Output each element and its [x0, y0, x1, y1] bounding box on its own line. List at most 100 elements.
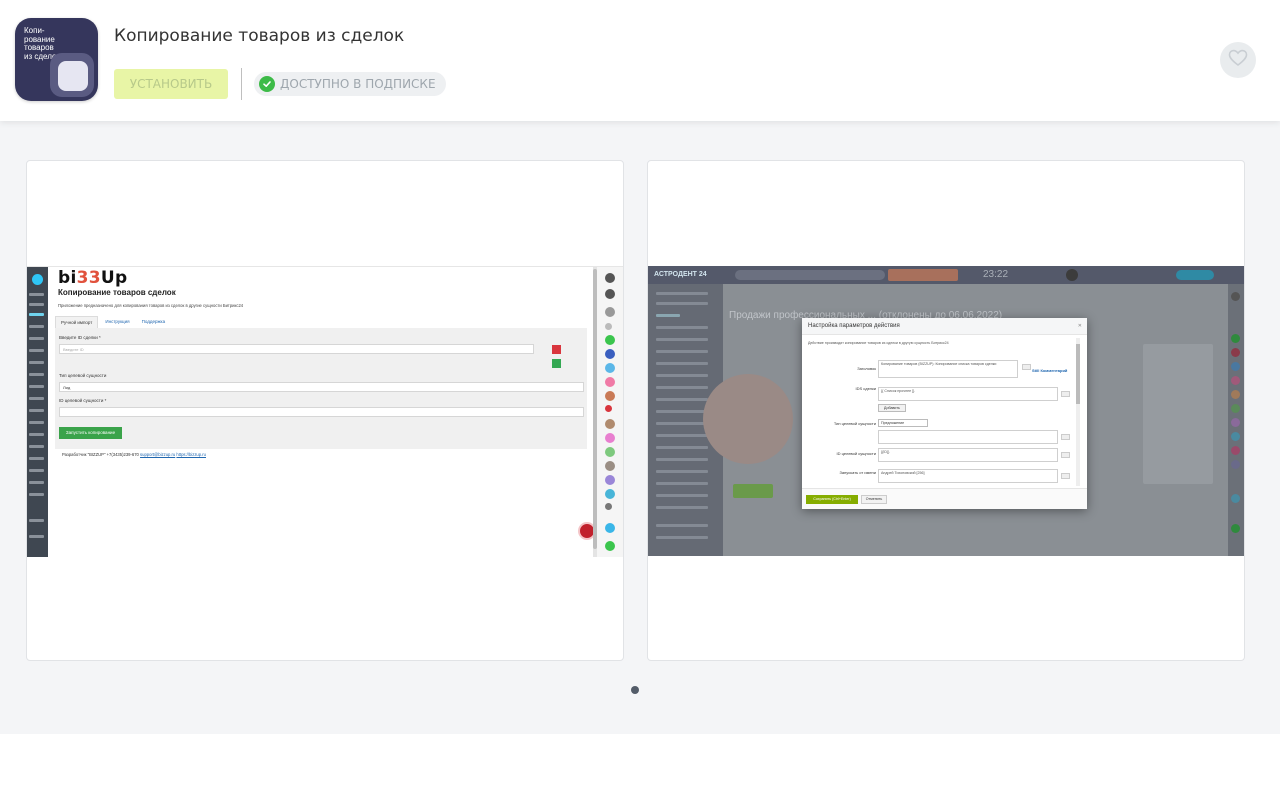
bitrix-top-bar: АСТРОДЕНТ 24 23:22	[648, 266, 1244, 284]
header-field-input[interactable]: Копирование товаров (BIZZUP): Копировани…	[878, 360, 1018, 378]
gallery-pagination-dot[interactable]	[631, 686, 639, 694]
target-type-extra-input[interactable]	[878, 430, 1058, 444]
menu-line	[29, 337, 44, 340]
bitrix-clock: 23:22	[983, 269, 1009, 280]
settings-icon	[605, 307, 615, 317]
user-avatar	[605, 447, 615, 457]
user-avatar	[605, 391, 615, 401]
target-id-label: ID целевой сущности	[836, 451, 876, 456]
run-as-input[interactable]: Андрей Тихоновский [256]	[878, 469, 1058, 483]
app-icon: Копи- рование товаров из сделок	[15, 18, 98, 101]
user-avatar	[1231, 432, 1240, 441]
modal-footer: Сохранить (Ctrl+Enter) Отменить	[802, 488, 1087, 509]
target-type-select[interactable]: Предложение	[878, 419, 928, 427]
menu-line	[656, 446, 708, 449]
bitrix-banner	[888, 269, 958, 281]
modal-scrollbar-thumb[interactable]	[1076, 344, 1080, 404]
search-icon	[605, 323, 612, 330]
user-avatar	[605, 489, 615, 499]
bizzup-footer: Разработчик "BIZZUP" +7(3435)239-670 sup…	[62, 452, 206, 457]
tab-manual-import[interactable]: Ручной импорт	[55, 316, 99, 328]
menu-line	[29, 409, 44, 412]
remove-row-button[interactable]	[552, 345, 561, 354]
user-avatar	[605, 475, 615, 485]
menu-line	[656, 350, 708, 353]
phone-icon	[1231, 524, 1240, 533]
screenshot-bizzup-form: bi33Up Копирование товаров сделок Прилож…	[27, 266, 623, 557]
deal-id-input[interactable]: Введите ID	[59, 344, 534, 354]
insert-value-button[interactable]	[1061, 473, 1070, 479]
add-button[interactable]: Добавить	[878, 404, 906, 412]
insert-value-button[interactable]	[1061, 452, 1070, 458]
tab-support[interactable]: Поддержка	[137, 316, 170, 328]
logo-text: Up	[100, 268, 128, 288]
bizzup-app-content: bi33Up Копирование товаров сделок Прилож…	[48, 267, 596, 557]
background-panel	[1143, 344, 1213, 484]
phone-icon	[1231, 334, 1240, 343]
tab-instructions[interactable]: Инструкция	[100, 316, 134, 328]
cancel-button[interactable]: Отменить	[861, 495, 887, 504]
user-avatar	[1231, 348, 1240, 357]
insert-value-button[interactable]	[1061, 391, 1070, 397]
user-avatar	[1231, 390, 1240, 399]
comment-link[interactable]: Still Комментарий	[1032, 368, 1067, 373]
user-avatar	[605, 461, 615, 471]
user-avatar	[1231, 404, 1240, 413]
deal-ids-input[interactable]: {{ Список прочнее }}	[878, 387, 1058, 401]
favorite-button[interactable]	[1220, 42, 1256, 78]
modal-scrollbar[interactable]	[1076, 338, 1080, 486]
gallery-slide-2[interactable]: АСТРОДЕНТ 24 23:22 Продажи профессиональ…	[647, 160, 1245, 661]
deal-id-label: Введите ID сделки *	[59, 335, 101, 340]
insert-value-button[interactable]	[1061, 434, 1070, 440]
footer-email-link[interactable]: support@bizzup.ru	[140, 452, 175, 457]
heart-icon	[1228, 49, 1248, 72]
phone-icon	[605, 541, 615, 551]
entity-type-label: Тип целевой сущности	[59, 373, 107, 378]
entity-type-select[interactable]: Лид	[59, 382, 584, 392]
save-button[interactable]: Сохранить (Ctrl+Enter)	[806, 495, 858, 504]
user-avatar	[605, 377, 615, 387]
install-button[interactable]: УСТАНОВИТЬ	[114, 69, 228, 99]
bizzup-logo: bi33Up	[58, 268, 127, 288]
user-avatar	[1231, 362, 1240, 371]
user-avatar	[605, 523, 615, 533]
menu-line	[29, 361, 44, 364]
menu-line	[656, 482, 708, 485]
menu-line	[29, 469, 44, 472]
menu-line	[29, 433, 44, 436]
screenshot-gallery: bi33Up Копирование товаров сделок Прилож…	[0, 121, 1280, 734]
menu-line	[29, 349, 44, 352]
subscription-badge: ДОСТУПНО В ПОДПИСКЕ	[254, 72, 446, 96]
gallery-slide-1[interactable]: bi33Up Копирование товаров сделок Прилож…	[26, 160, 624, 661]
close-icon[interactable]: ✕	[1078, 323, 1082, 329]
bizzup-title: Копирование товаров сделок	[58, 288, 176, 297]
bizzup-form: Введите ID сделки * Введите ID Тип целев…	[55, 328, 587, 449]
bitrix-search	[735, 270, 885, 280]
bell-icon	[605, 273, 615, 283]
menu-line	[656, 470, 708, 473]
subscription-label: ДОСТУПНО В ПОДПИСКЕ	[280, 77, 436, 91]
menu-line	[29, 519, 44, 522]
header-field-label: Заголовок	[857, 366, 876, 371]
bitrix-right-bar	[597, 267, 623, 557]
menu-line	[656, 536, 708, 539]
target-id-input[interactable]: {{ID}}	[878, 448, 1058, 462]
phone-icon	[605, 335, 615, 345]
menu-line	[656, 398, 708, 401]
insert-value-button[interactable]	[1022, 364, 1031, 370]
entity-id-input[interactable]	[59, 407, 584, 417]
menu-line	[29, 385, 44, 388]
footer-text: Разработчик "BIZZUP" +7(3435)239-670	[62, 452, 139, 457]
menu-line	[656, 494, 708, 497]
menu-line	[29, 457, 44, 460]
footer-site-link[interactable]: https://bizzup.ru	[176, 452, 206, 457]
run-copy-button[interactable]: Запустить копирование	[59, 427, 122, 439]
menu-line	[29, 421, 44, 424]
menu-line	[29, 535, 44, 538]
add-row-button[interactable]	[552, 359, 561, 368]
user-avatar	[1231, 446, 1240, 455]
user-avatar	[605, 419, 615, 429]
menu-line	[29, 397, 44, 400]
user-avatar	[605, 433, 615, 443]
logo-text-accent: 33	[76, 268, 101, 288]
